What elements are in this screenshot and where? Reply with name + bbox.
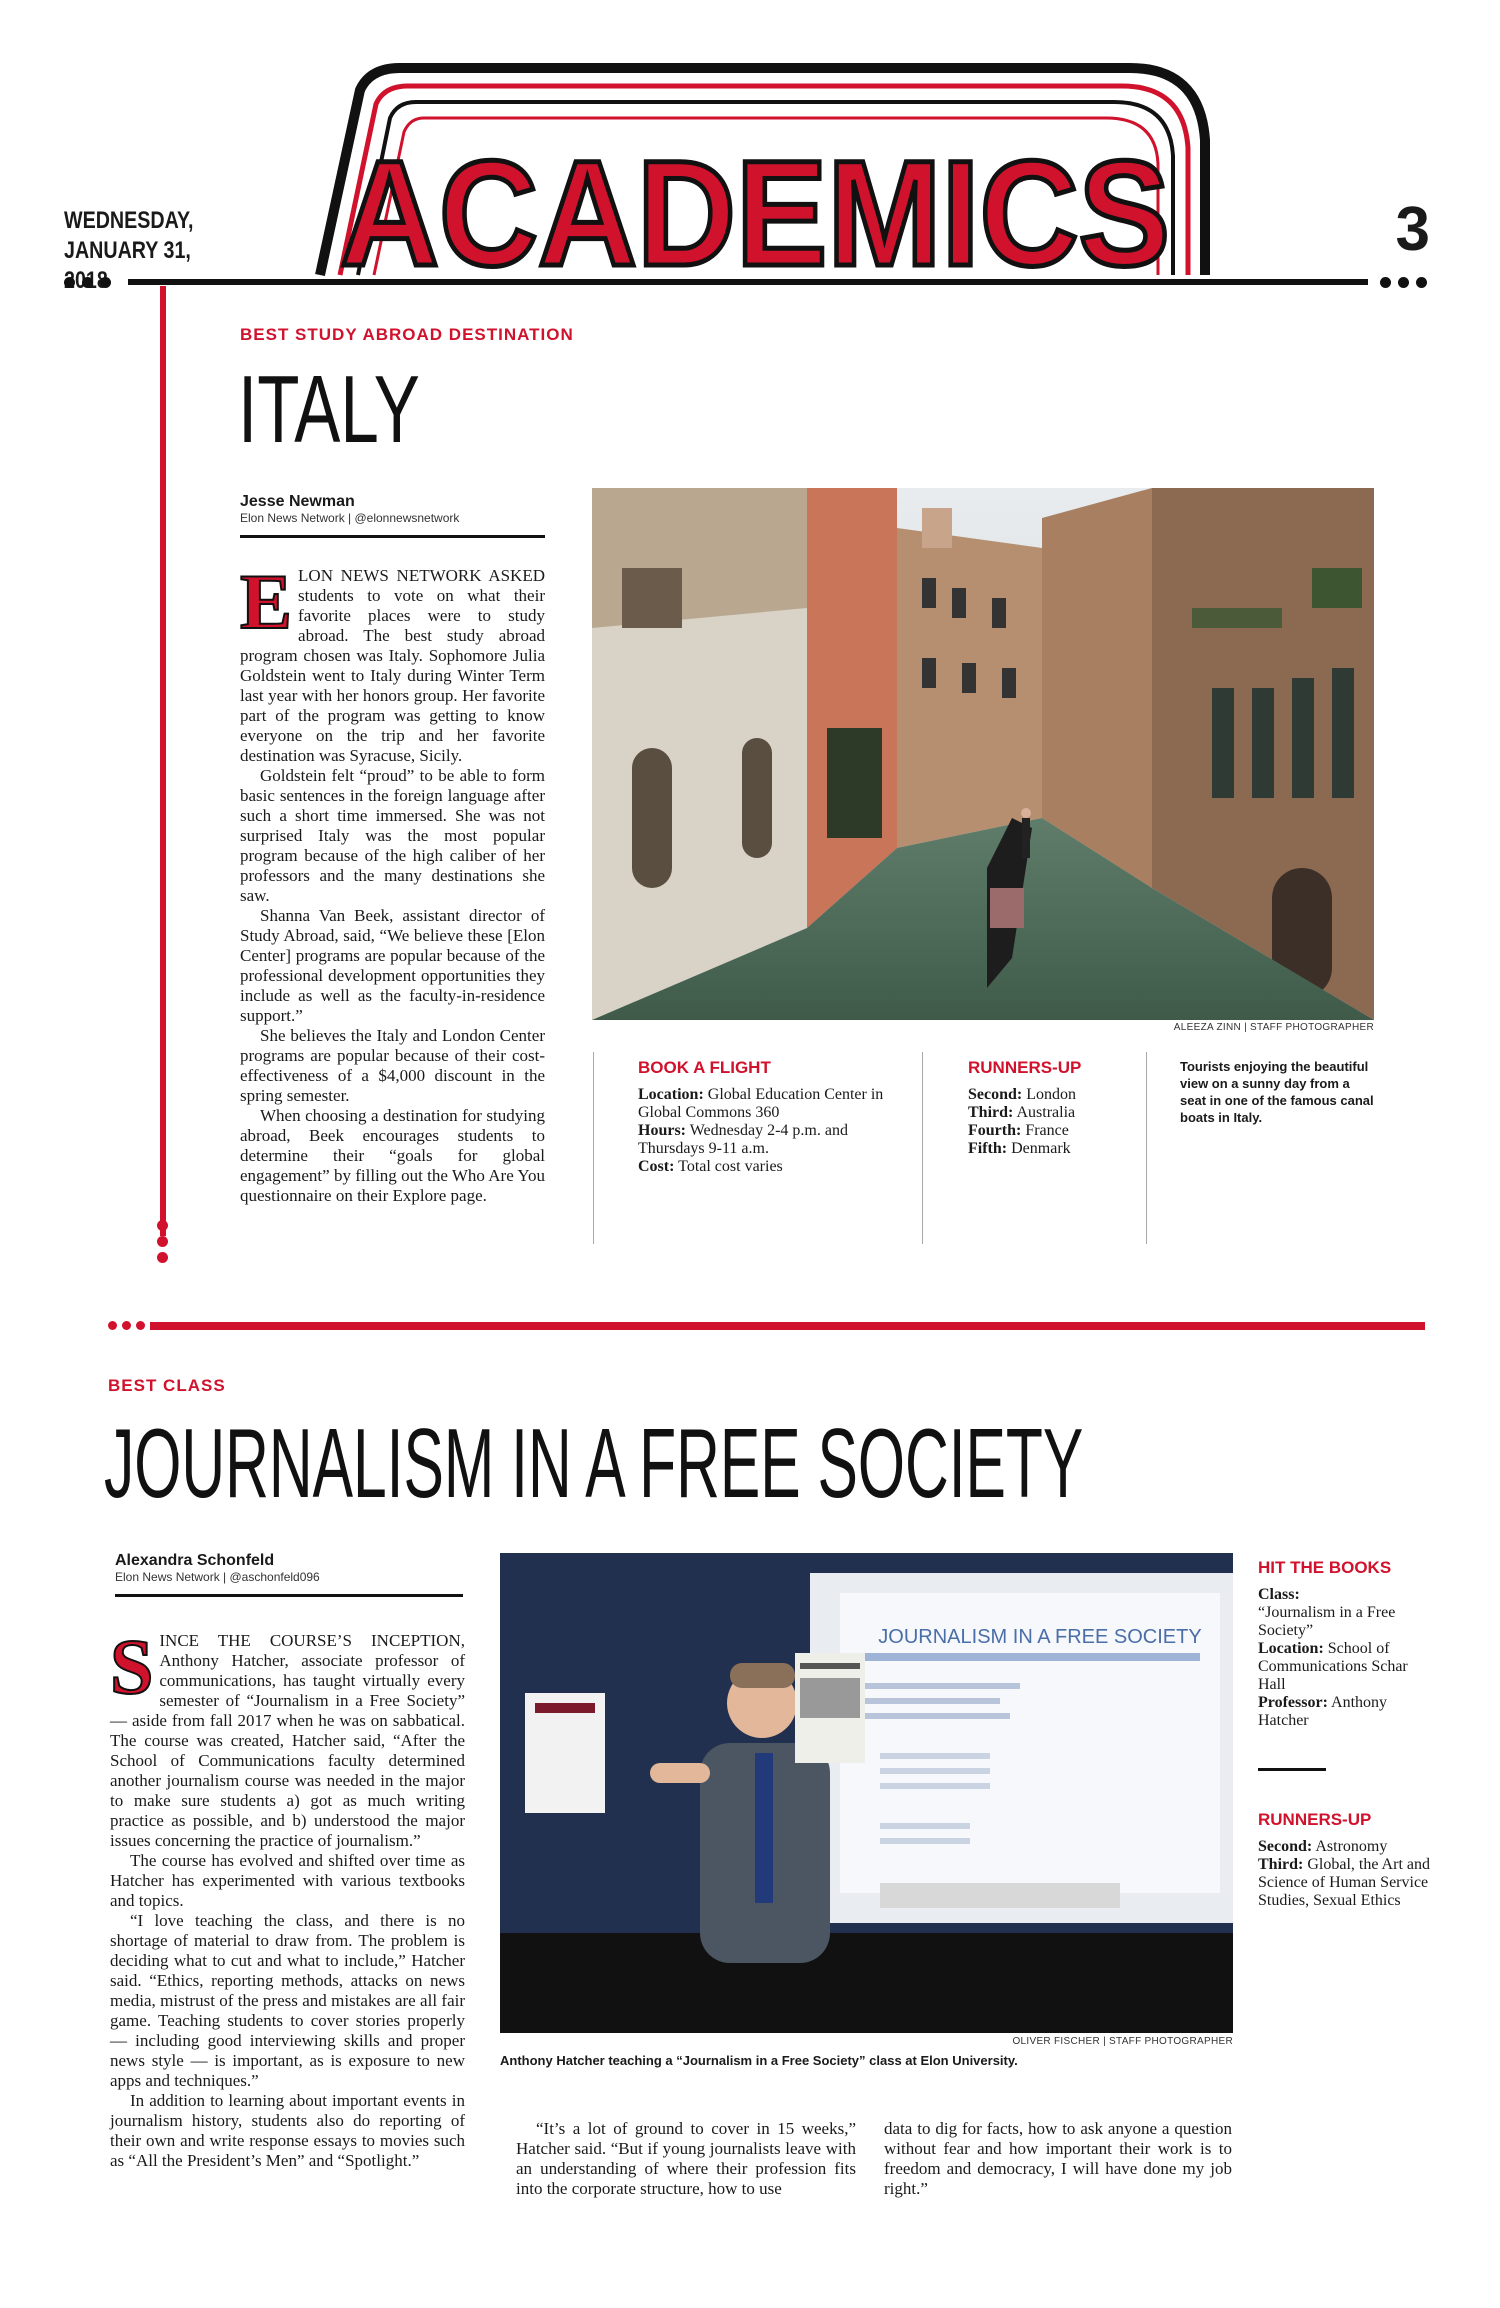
byline-rule — [240, 535, 545, 538]
photo-credit: ALEEZA ZINN | STAFF PHOTOGRAPHER — [1173, 1022, 1374, 1033]
author-name: Alexandra Schonfeld — [115, 1552, 275, 1569]
section-divider — [150, 1322, 1425, 1330]
story1-kicker: BEST STUDY ABROAD DESTINATION — [240, 325, 574, 344]
photo-credit: OLIVER FISCHER | STAFF PHOTOGRAPHER — [1012, 2036, 1233, 2047]
section-title: ACADEMICS — [340, 129, 1170, 285]
date-dots — [64, 277, 111, 288]
story1-runners-up-box: RUNNERS-UP Second: London Third: Austral… — [968, 1058, 1138, 1158]
masthead: ACADEMICS WEDNESDAY, JANUARY 31, 2018 3 — [0, 0, 1500, 300]
story2-byline: Alexandra Schonfeld Elon News Network | … — [115, 1552, 463, 1597]
story2-headline: JOURNALISM IN A FREE SOCIETY — [104, 1408, 1084, 1518]
list-item: Fourth: France — [968, 1122, 1069, 1139]
story1-caption: Tourists enjoying the beautiful view on … — [1180, 1059, 1374, 1125]
sidebar-rule — [1258, 1768, 1326, 1771]
book-flight-details: Location: Global Education Center in Glo… — [638, 1086, 884, 1175]
column-divider — [922, 1052, 923, 1244]
story1-paragraph: Shanna Van Beek, assistant director of S… — [240, 906, 545, 1025]
story2-column-3: data to dig for facts, how to ask anyone… — [884, 2119, 1232, 2199]
list-item: Second: Astronomy — [1258, 1838, 1388, 1855]
column-divider — [593, 1052, 594, 1244]
venice-canal-photo — [592, 488, 1374, 1020]
story1-paragraph: Goldstein felt “proud” to be able to for… — [240, 766, 545, 905]
masthead-rule — [128, 279, 1368, 285]
dropcap: E — [239, 558, 293, 645]
author-name: Jesse Newman — [240, 493, 355, 510]
story1-paragraph: E LON NEWS NETWORK ASKED students to vote… — [239, 558, 545, 766]
book-flight-box: BOOK A FLIGHT Location: Global Education… — [638, 1058, 908, 1176]
classroom-photo: JOURNALISM IN A FREE SOCIETY — [500, 1553, 1233, 2033]
runners-up-list: Second: London Third: Australia Fourth: … — [968, 1086, 1138, 1158]
column-divider — [1146, 1052, 1147, 1244]
story2-paragraph: “I love teaching the class, and there is… — [110, 1911, 465, 2090]
academics-logo: ACADEMICS — [315, 63, 1210, 285]
story2-paragraph: data to dig for facts, how to ask anyone… — [884, 2119, 1232, 2198]
list-item: Third: Australia — [968, 1104, 1076, 1121]
author-org: Elon News Network | @elonnewsnetwork — [240, 511, 460, 525]
author-org: Elon News Network | @aschonfeld096 — [115, 1570, 320, 1584]
list-item: Second: London — [968, 1086, 1077, 1103]
book-flight-heading: BOOK A FLIGHT — [638, 1058, 771, 1077]
projected-slide-title: JOURNALISM IN A FREE SOCIETY — [878, 1626, 1201, 1648]
section-accent-line — [160, 286, 166, 1236]
list-item: Third: Global, the Art and Science of Hu… — [1258, 1856, 1430, 1909]
runners-up-list: Second: Astronomy Third: Global, the Art… — [1258, 1838, 1430, 1910]
accent-line-dots — [157, 1220, 168, 1263]
section-divider-dots — [108, 1321, 145, 1330]
story1-byline: Jesse Newman Elon News Network | @elonne… — [240, 493, 545, 538]
story2-caption: Anthony Hatcher teaching a “Journalism i… — [500, 2053, 1018, 2068]
story2-paragraph: In addition to learning about important … — [110, 2091, 465, 2170]
byline-rule — [115, 1594, 463, 1597]
runners-up-heading: RUNNERS-UP — [1258, 1810, 1372, 1829]
list-item: Fifth: Denmark — [968, 1140, 1071, 1157]
runners-up-heading: RUNNERS-UP — [968, 1058, 1082, 1077]
hit-the-books-heading: HIT THE BOOKS — [1258, 1558, 1392, 1577]
date-weekday: WEDNESDAY, — [64, 207, 194, 234]
story2-paragraph: “It’s a lot of ground to cover in 15 wee… — [516, 2119, 856, 2198]
story2-body: S INCE THE COURSE’S INCEPTION, Anthony Ha… — [109, 1623, 465, 2171]
story2-paragraph: The course has evolved and shifted over … — [110, 1851, 465, 1910]
story1-body: E LON NEWS NETWORK ASKED students to vote… — [239, 558, 545, 1206]
story2-kicker: BEST CLASS — [108, 1376, 226, 1395]
story2-paragraph: S INCE THE COURSE’S INCEPTION, Anthony Ha… — [109, 1623, 465, 1851]
story1-paragraph: She believes the Italy and London Center… — [240, 1026, 545, 1105]
hit-the-books-box: HIT THE BOOKS Class: “Journalism in a Fr… — [1258, 1558, 1430, 1730]
story2-runners-up-box: RUNNERS-UP Second: Astronomy Third: Glob… — [1258, 1810, 1430, 1910]
story1-headline: ITALY — [238, 356, 420, 463]
dropcap: S — [109, 1623, 154, 1710]
page-number: 3 — [1395, 195, 1430, 264]
story1-paragraph: When choosing a destination for studying… — [240, 1106, 545, 1205]
page-dots — [1380, 277, 1427, 288]
story2-column-2: “It’s a lot of ground to cover in 15 wee… — [516, 2119, 856, 2199]
hit-the-books-details: Class: “Journalism in a Free Society” Lo… — [1258, 1586, 1408, 1729]
